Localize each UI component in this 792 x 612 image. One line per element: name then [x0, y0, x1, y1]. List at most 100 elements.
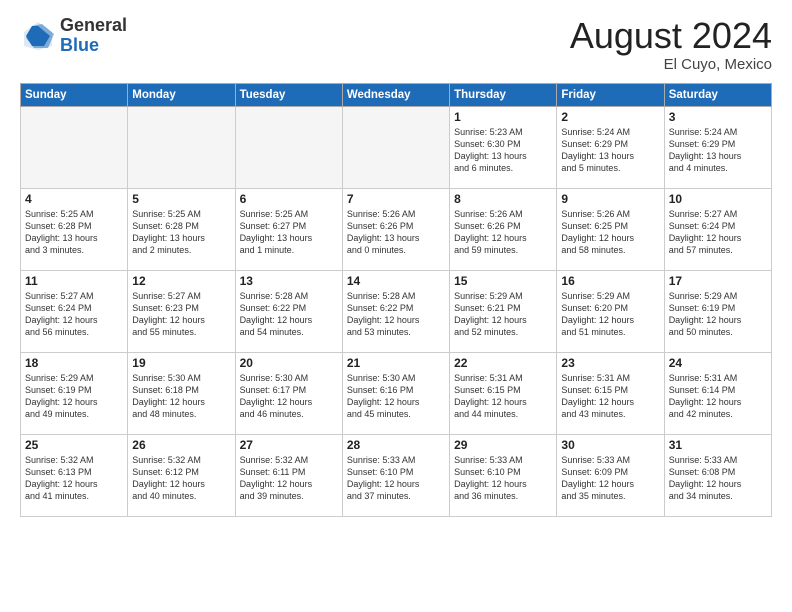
- day-number: 23: [561, 356, 659, 370]
- day-number: 29: [454, 438, 552, 452]
- page: General Blue August 2024 El Cuyo, Mexico…: [0, 0, 792, 612]
- location: El Cuyo, Mexico: [570, 56, 772, 73]
- calendar-cell: 12 Sunrise: 5:27 AM Sunset: 6:23 PM Dayli…: [128, 270, 235, 352]
- calendar-week-row: 18 Sunrise: 5:29 AM Sunset: 6:19 PM Dayli…: [21, 352, 772, 434]
- day-number: 30: [561, 438, 659, 452]
- calendar-week-row: 4 Sunrise: 5:25 AM Sunset: 6:28 PM Daylig…: [21, 188, 772, 270]
- header: General Blue August 2024 El Cuyo, Mexico: [20, 16, 772, 73]
- day-number: 26: [132, 438, 230, 452]
- day-number: 28: [347, 438, 445, 452]
- day-info: Sunrise: 5:24 AM Sunset: 6:29 PM Dayligh…: [669, 126, 767, 175]
- day-number: 15: [454, 274, 552, 288]
- day-info: Sunrise: 5:26 AM Sunset: 6:26 PM Dayligh…: [454, 208, 552, 257]
- logo: General Blue: [20, 16, 127, 56]
- day-info: Sunrise: 5:29 AM Sunset: 6:19 PM Dayligh…: [25, 372, 123, 421]
- day-number: 22: [454, 356, 552, 370]
- day-number: 17: [669, 274, 767, 288]
- day-number: 18: [25, 356, 123, 370]
- calendar-cell: 8 Sunrise: 5:26 AM Sunset: 6:26 PM Daylig…: [450, 188, 557, 270]
- calendar-cell: 1Sunrise: 5:23 AM Sunset: 6:30 PM Daylig…: [450, 106, 557, 188]
- day-number: 14: [347, 274, 445, 288]
- calendar-cell: [235, 106, 342, 188]
- day-number: 5: [132, 192, 230, 206]
- day-info: Sunrise: 5:33 AM Sunset: 6:10 PM Dayligh…: [454, 454, 552, 503]
- calendar-cell: 26 Sunrise: 5:32 AM Sunset: 6:12 PM Dayli…: [128, 434, 235, 516]
- calendar-cell: 20 Sunrise: 5:30 AM Sunset: 6:17 PM Dayli…: [235, 352, 342, 434]
- day-info: Sunrise: 5:27 AM Sunset: 6:24 PM Dayligh…: [669, 208, 767, 257]
- calendar-cell: 28Sunrise: 5:33 AM Sunset: 6:10 PM Dayli…: [342, 434, 449, 516]
- day-info: Sunrise: 5:30 AM Sunset: 6:17 PM Dayligh…: [240, 372, 338, 421]
- day-number: 1: [454, 110, 552, 124]
- calendar-cell: 21 Sunrise: 5:30 AM Sunset: 6:16 PM Dayli…: [342, 352, 449, 434]
- day-info: Sunrise: 5:27 AM Sunset: 6:24 PM Dayligh…: [25, 290, 123, 339]
- calendar-week-row: 1Sunrise: 5:23 AM Sunset: 6:30 PM Daylig…: [21, 106, 772, 188]
- logo-text: General Blue: [60, 16, 127, 56]
- day-info: Sunrise: 5:26 AM Sunset: 6:26 PM Dayligh…: [347, 208, 445, 257]
- day-number: 9: [561, 192, 659, 206]
- day-number: 11: [25, 274, 123, 288]
- day-info: Sunrise: 5:29 AM Sunset: 6:21 PM Dayligh…: [454, 290, 552, 339]
- day-number: 3: [669, 110, 767, 124]
- day-info: Sunrise: 5:32 AM Sunset: 6:12 PM Dayligh…: [132, 454, 230, 503]
- col-header-thursday: Thursday: [450, 83, 557, 106]
- day-number: 25: [25, 438, 123, 452]
- calendar-cell: 7 Sunrise: 5:26 AM Sunset: 6:26 PM Daylig…: [342, 188, 449, 270]
- calendar-cell: 4 Sunrise: 5:25 AM Sunset: 6:28 PM Daylig…: [21, 188, 128, 270]
- day-info: Sunrise: 5:32 AM Sunset: 6:13 PM Dayligh…: [25, 454, 123, 503]
- day-info: Sunrise: 5:31 AM Sunset: 6:15 PM Dayligh…: [561, 372, 659, 421]
- day-info: Sunrise: 5:28 AM Sunset: 6:22 PM Dayligh…: [347, 290, 445, 339]
- day-number: 13: [240, 274, 338, 288]
- day-number: 24: [669, 356, 767, 370]
- day-number: 21: [347, 356, 445, 370]
- calendar-cell: 5Sunrise: 5:25 AM Sunset: 6:28 PM Daylig…: [128, 188, 235, 270]
- day-info: Sunrise: 5:28 AM Sunset: 6:22 PM Dayligh…: [240, 290, 338, 339]
- day-number: 20: [240, 356, 338, 370]
- calendar-cell: 13 Sunrise: 5:28 AM Sunset: 6:22 PM Dayli…: [235, 270, 342, 352]
- day-number: 16: [561, 274, 659, 288]
- day-number: 19: [132, 356, 230, 370]
- day-number: 12: [132, 274, 230, 288]
- logo-general-text: General: [60, 16, 127, 36]
- calendar-week-row: 25 Sunrise: 5:32 AM Sunset: 6:13 PM Dayli…: [21, 434, 772, 516]
- col-header-tuesday: Tuesday: [235, 83, 342, 106]
- calendar-cell: 30Sunrise: 5:33 AM Sunset: 6:09 PM Dayli…: [557, 434, 664, 516]
- day-number: 31: [669, 438, 767, 452]
- day-number: 10: [669, 192, 767, 206]
- day-info: Sunrise: 5:32 AM Sunset: 6:11 PM Dayligh…: [240, 454, 338, 503]
- calendar-cell: 9Sunrise: 5:26 AM Sunset: 6:25 PM Daylig…: [557, 188, 664, 270]
- day-info: Sunrise: 5:25 AM Sunset: 6:28 PM Dayligh…: [25, 208, 123, 257]
- calendar-cell: 2 Sunrise: 5:24 AM Sunset: 6:29 PM Daylig…: [557, 106, 664, 188]
- calendar-cell: 25 Sunrise: 5:32 AM Sunset: 6:13 PM Dayli…: [21, 434, 128, 516]
- day-number: 27: [240, 438, 338, 452]
- col-header-monday: Monday: [128, 83, 235, 106]
- day-info: Sunrise: 5:24 AM Sunset: 6:29 PM Dayligh…: [561, 126, 659, 175]
- day-info: Sunrise: 5:27 AM Sunset: 6:23 PM Dayligh…: [132, 290, 230, 339]
- day-info: Sunrise: 5:30 AM Sunset: 6:16 PM Dayligh…: [347, 372, 445, 421]
- calendar-cell: 19Sunrise: 5:30 AM Sunset: 6:18 PM Dayli…: [128, 352, 235, 434]
- day-number: 4: [25, 192, 123, 206]
- day-number: 6: [240, 192, 338, 206]
- calendar-cell: 31Sunrise: 5:33 AM Sunset: 6:08 PM Dayli…: [664, 434, 771, 516]
- calendar-cell: 15 Sunrise: 5:29 AM Sunset: 6:21 PM Dayli…: [450, 270, 557, 352]
- calendar-week-row: 11 Sunrise: 5:27 AM Sunset: 6:24 PM Dayli…: [21, 270, 772, 352]
- day-number: 8: [454, 192, 552, 206]
- calendar-cell: 27 Sunrise: 5:32 AM Sunset: 6:11 PM Dayli…: [235, 434, 342, 516]
- calendar-cell: 3 Sunrise: 5:24 AM Sunset: 6:29 PM Daylig…: [664, 106, 771, 188]
- calendar-cell: 24 Sunrise: 5:31 AM Sunset: 6:14 PM Dayli…: [664, 352, 771, 434]
- calendar-cell: 14 Sunrise: 5:28 AM Sunset: 6:22 PM Dayli…: [342, 270, 449, 352]
- day-info: Sunrise: 5:25 AM Sunset: 6:27 PM Dayligh…: [240, 208, 338, 257]
- calendar-cell: [128, 106, 235, 188]
- month-year: August 2024: [570, 16, 772, 56]
- calendar-cell: 18 Sunrise: 5:29 AM Sunset: 6:19 PM Dayli…: [21, 352, 128, 434]
- calendar-cell: 23 Sunrise: 5:31 AM Sunset: 6:15 PM Dayli…: [557, 352, 664, 434]
- logo-blue-text: Blue: [60, 36, 127, 56]
- day-number: 7: [347, 192, 445, 206]
- day-info: Sunrise: 5:31 AM Sunset: 6:15 PM Dayligh…: [454, 372, 552, 421]
- day-info: Sunrise: 5:31 AM Sunset: 6:14 PM Dayligh…: [669, 372, 767, 421]
- title-block: August 2024 El Cuyo, Mexico: [570, 16, 772, 73]
- col-header-sunday: Sunday: [21, 83, 128, 106]
- day-number: 2: [561, 110, 659, 124]
- day-info: Sunrise: 5:29 AM Sunset: 6:20 PM Dayligh…: [561, 290, 659, 339]
- col-header-wednesday: Wednesday: [342, 83, 449, 106]
- day-info: Sunrise: 5:29 AM Sunset: 6:19 PM Dayligh…: [669, 290, 767, 339]
